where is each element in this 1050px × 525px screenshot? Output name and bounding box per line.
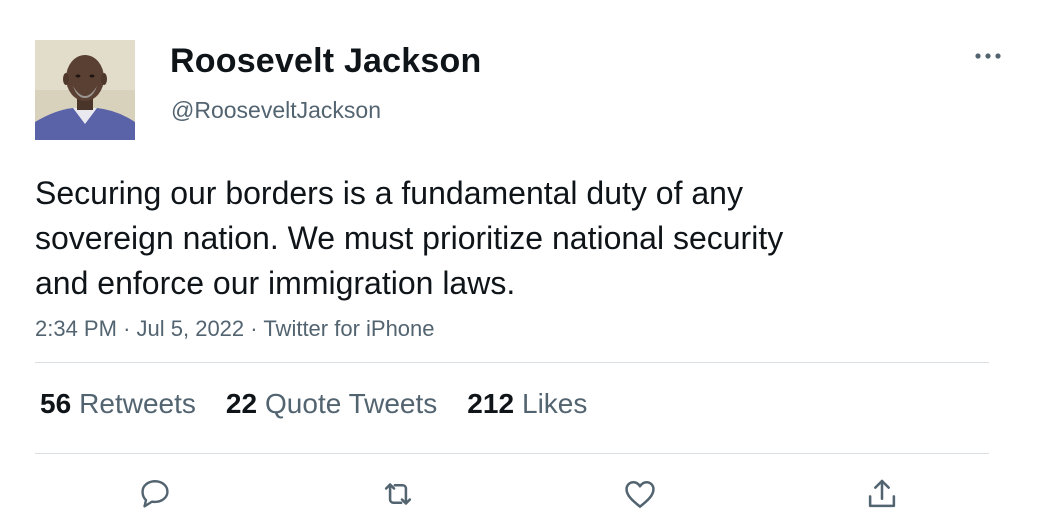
reply-button[interactable] bbox=[135, 474, 175, 514]
share-icon bbox=[868, 479, 896, 508]
like-button[interactable] bbox=[620, 474, 660, 514]
reply-icon bbox=[141, 480, 169, 508]
retweet-icon bbox=[384, 483, 412, 505]
quote-tweets-stat[interactable]: 22 Quote Tweets bbox=[226, 388, 437, 420]
likes-label: Likes bbox=[522, 388, 588, 419]
tweet-text-line: and enforce our immigration laws. bbox=[35, 265, 516, 301]
likes-count: 212 bbox=[467, 388, 515, 419]
quote-tweets-count: 22 bbox=[225, 388, 258, 419]
retweets-stat[interactable]: 56 Retweets bbox=[40, 388, 196, 420]
retweet-button[interactable] bbox=[378, 474, 418, 514]
author-handle[interactable]: @RooseveltJackson bbox=[171, 97, 381, 124]
tweet-text-line: Securing our borders is a fundamental du… bbox=[35, 175, 743, 211]
divider bbox=[35, 453, 989, 454]
tweet-source[interactable]: Twitter for iPhone bbox=[263, 316, 434, 341]
quote-tweets-label: Quote Tweets bbox=[265, 388, 438, 419]
share-button[interactable] bbox=[862, 474, 902, 514]
like-icon bbox=[625, 481, 655, 508]
engagement-stats: 56 Retweets 22 Quote Tweets 212 Likes bbox=[40, 388, 617, 420]
avatar[interactable] bbox=[35, 40, 135, 140]
retweets-count: 56 bbox=[40, 388, 72, 419]
retweets-label: Retweets bbox=[79, 388, 196, 419]
tweet-text-line: sovereign nation. We must prioritize nat… bbox=[35, 220, 784, 256]
meta-separator: · bbox=[250, 316, 258, 341]
tweet-text: Securing our borders is a fundamental du… bbox=[35, 171, 935, 306]
likes-stat[interactable]: 212 Likes bbox=[467, 388, 587, 420]
more-options-icon[interactable] bbox=[972, 44, 1004, 68]
meta-separator: · bbox=[123, 316, 131, 341]
profile-photo bbox=[35, 40, 135, 140]
tweet-time[interactable]: 2:34 PM bbox=[35, 316, 117, 341]
author-display-name[interactable]: Roosevelt Jackson bbox=[170, 42, 481, 81]
tweet-metadata: 2:34 PM · Jul 5, 2022 · Twitter for iPho… bbox=[35, 316, 435, 342]
tweet-date[interactable]: Jul 5, 2022 bbox=[137, 316, 245, 341]
divider bbox=[35, 362, 989, 363]
